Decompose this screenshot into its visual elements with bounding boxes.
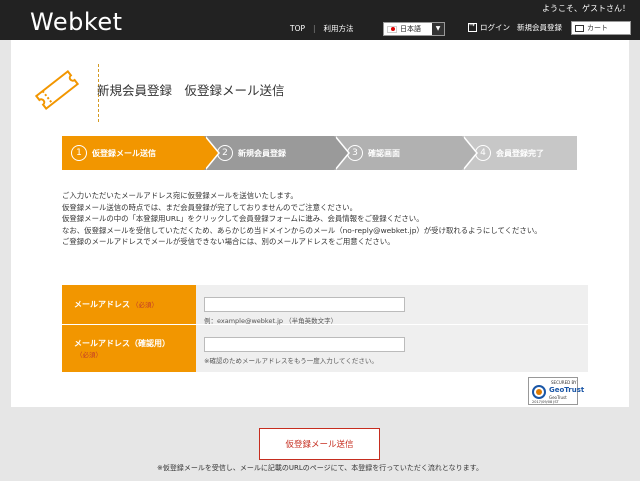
flow-note: ※仮登録メールを受信し、メールに記載のURLのページにて、本登録を行っていただく…	[156, 464, 483, 472]
step-label: 確認画面	[368, 148, 400, 158]
cart-icon	[575, 24, 584, 32]
send-provisional-email-button[interactable]: 仮登録メール送信	[259, 428, 380, 460]
intro-line: なお、仮登録メールを受信していただくため、あらかじめ当ドメインからのメール（no…	[62, 225, 542, 235]
header-nav: TOP | 利用方法	[290, 21, 354, 35]
step-arrow	[204, 136, 218, 170]
step-arrow	[334, 136, 348, 170]
email-confirm-field-cell: ※確認のためメールアドレスをもう一度入力してください。	[196, 325, 588, 372]
intro-line: 仮登録メール送信の時点では、まだ会員登録が完了しておりませんのでご注意ください。	[62, 202, 357, 212]
email-confirm-input[interactable]	[204, 337, 405, 352]
geotrust-seal[interactable]: SECURED BY GeoTrust GeoTrust 2017/09/08 …	[528, 377, 584, 405]
email-hint: 例：example@webket.jp （半角英数文字）	[204, 317, 338, 325]
intro-line: ご登録のメールアドレスでメールが受信できない場合には、別のメールアドレスをご用意…	[62, 237, 395, 247]
email-label-cell: メールアドレス （必須）	[62, 285, 196, 324]
email-confirm-label: メールアドレス（確認用）	[74, 339, 170, 348]
step-2: 2 新規会員登録	[204, 136, 334, 170]
seal-secured-text: SECURED BY	[551, 380, 577, 385]
email-form: メールアドレス （必須） 例：example@webket.jp （半角英数文字）…	[62, 285, 588, 373]
progress-steps: 1 仮登録メール送信 2 新規会員登録 3 確認画面 4 会員登録完了	[62, 136, 577, 170]
language-select[interactable]: 日本語 ▼	[383, 22, 445, 36]
site-header: Webket ようこそ、ゲストさん！ TOP | 利用方法 日本語 ▼ ログイン…	[0, 0, 640, 40]
seal-date: 2017/09/08 JST	[532, 400, 559, 404]
step-number: 1	[71, 145, 87, 161]
welcome-text: ようこそ、ゲストさん！	[542, 4, 630, 13]
seal-brand: GeoTrust	[549, 386, 585, 394]
email-field-cell: 例：example@webket.jp （半角英数文字）	[196, 285, 588, 325]
register-link[interactable]: 新規会員登録	[517, 22, 562, 33]
step-4: 4 会員登録完了	[462, 136, 577, 170]
site-logo[interactable]: Webket	[30, 8, 123, 36]
login-link[interactable]: ログイン	[468, 21, 510, 33]
login-icon	[468, 21, 477, 32]
geotrust-logo-icon	[532, 385, 546, 399]
email-confirm-label-cell: メールアドレス（確認用） （必須）	[62, 325, 196, 372]
japan-flag-icon	[387, 25, 397, 33]
nav-guide-link[interactable]: 利用方法	[324, 23, 354, 34]
email-row: メールアドレス （必須） 例：example@webket.jp （半角英数文字）	[62, 285, 588, 325]
email-confirm-row: メールアドレス（確認用） （必須） ※確認のためメールアドレスをもう一度入力して…	[62, 325, 588, 373]
intro-line: 仮登録メールの中の「本登録用URL」をクリックして会員登録フォームに進み、会員情…	[62, 214, 424, 224]
step-label: 新規会員登録	[238, 148, 286, 158]
step-1: 1 仮登録メール送信	[62, 136, 204, 170]
cart-button[interactable]: カート	[571, 21, 631, 35]
ticket-icon	[34, 69, 80, 111]
intro-text: ご入力いただいたメールアドレス宛に仮登録メールを送信いたします。 仮登録メール送…	[62, 190, 582, 248]
login-label: ログイン	[480, 23, 510, 32]
email-confirm-hint: ※確認のためメールアドレスをもう一度入力してください。	[204, 357, 378, 365]
nav-top-link[interactable]: TOP	[290, 24, 305, 33]
cart-label: カート	[587, 24, 608, 32]
step-3: 3 確認画面	[334, 136, 462, 170]
language-value: 日本語	[400, 25, 421, 33]
email-label: メールアドレス	[74, 300, 130, 309]
email-input[interactable]	[204, 297, 405, 312]
required-mark: （必須）	[76, 351, 102, 359]
step-arrow	[462, 136, 476, 170]
content-panel: 新規会員登録 仮登録メール送信 1 仮登録メール送信 2 新規会員登録 3 確認…	[11, 40, 629, 407]
dropdown-caret-icon: ▼	[432, 23, 444, 35]
step-label: 会員登録完了	[496, 148, 544, 158]
page-title: 新規会員登録 仮登録メール送信	[97, 83, 285, 98]
required-mark: （必須）	[132, 301, 158, 309]
intro-line: ご入力いただいたメールアドレス宛に仮登録メールを送信いたします。	[62, 191, 298, 200]
step-label: 仮登録メール送信	[92, 148, 156, 158]
nav-divider: |	[313, 23, 316, 33]
